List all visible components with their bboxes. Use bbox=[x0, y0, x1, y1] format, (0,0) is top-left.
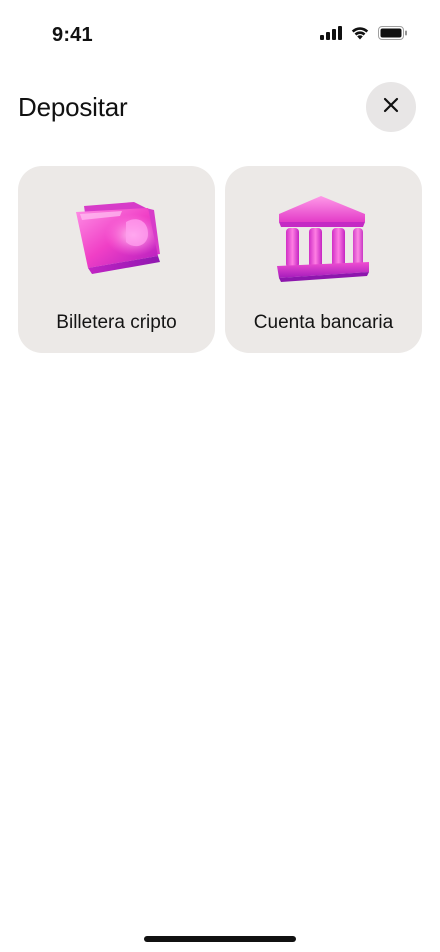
crypto-wallet-option[interactable]: Billetera cripto bbox=[18, 166, 215, 353]
close-button[interactable] bbox=[366, 82, 416, 132]
option-label: Billetera cripto bbox=[56, 312, 177, 333]
wallet-icon bbox=[62, 194, 172, 288]
wifi-icon bbox=[350, 25, 370, 40]
page-title: Depositar bbox=[18, 92, 128, 122]
deposit-options: Billetera cripto Cuenta bancaria bbox=[18, 166, 422, 353]
header: Depositar bbox=[0, 82, 440, 132]
status-time: 9:41 bbox=[52, 24, 93, 46]
battery-icon bbox=[378, 25, 408, 40]
close-icon bbox=[383, 97, 399, 118]
option-label: Cuenta bancaria bbox=[253, 312, 394, 333]
status-bar: 9:41 bbox=[0, 0, 440, 70]
bank-icon bbox=[269, 194, 379, 288]
home-indicator[interactable] bbox=[144, 936, 296, 942]
bank-account-option[interactable]: Cuenta bancaria bbox=[225, 166, 422, 353]
cellular-signal-icon bbox=[320, 25, 342, 40]
status-icons bbox=[320, 25, 408, 40]
